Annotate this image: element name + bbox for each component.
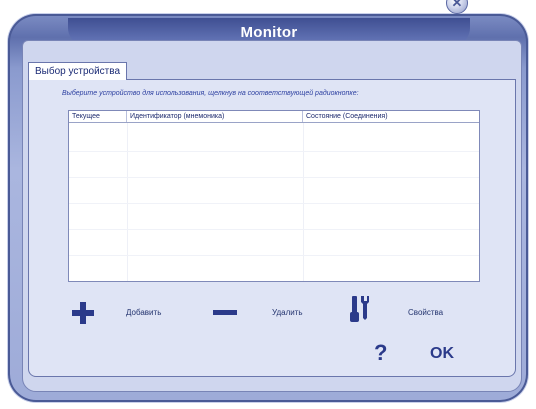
- device-list[interactable]: Текущее Идентификатор (мнемоника) Состоя…: [68, 110, 480, 282]
- help-button[interactable]: ?: [374, 340, 387, 366]
- minus-icon[interactable]: [212, 302, 238, 327]
- column-divider: [127, 123, 128, 281]
- column-header-state[interactable]: Состояние (Соединения): [303, 111, 479, 122]
- ok-button[interactable]: OK: [430, 345, 454, 363]
- close-button[interactable]: ✕: [446, 0, 468, 14]
- row-divider: [69, 255, 479, 256]
- row-divider: [69, 177, 479, 178]
- instruction-text: Выберите устройство для использования, щ…: [62, 90, 359, 97]
- properties-button[interactable]: Свойства: [408, 308, 443, 317]
- tab-device-selection[interactable]: Выбор устройства: [28, 62, 128, 80]
- row-divider: [69, 203, 479, 204]
- column-divider: [303, 123, 304, 281]
- plus-icon[interactable]: [70, 300, 96, 331]
- delete-button[interactable]: Удалить: [272, 308, 303, 317]
- tools-icon[interactable]: [349, 294, 371, 329]
- column-header-current[interactable]: Текущее: [69, 111, 127, 122]
- window-title: Monitor: [240, 24, 298, 41]
- row-divider: [69, 151, 479, 152]
- row-divider: [69, 229, 479, 230]
- column-header-identifier[interactable]: Идентификатор (мнемоника): [127, 111, 303, 122]
- list-header: Текущее Идентификатор (мнемоника) Состоя…: [69, 111, 479, 123]
- add-button[interactable]: Добавить: [126, 308, 161, 317]
